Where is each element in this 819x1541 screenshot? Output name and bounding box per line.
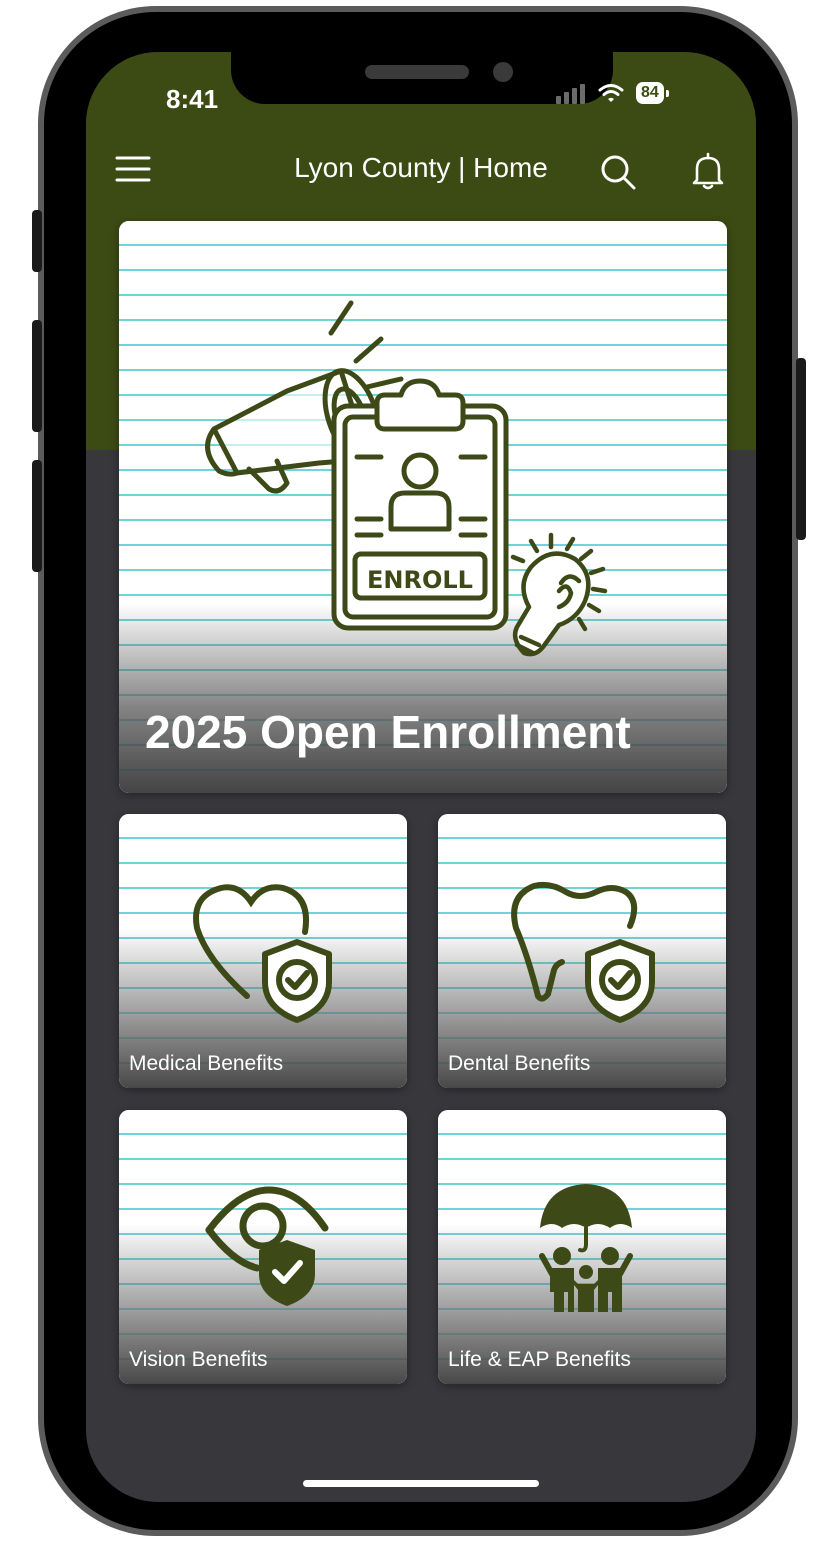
volume-down-button — [32, 460, 42, 572]
battery-indicator: 84 — [636, 82, 669, 104]
tile-label: Life & EAP Benefits — [448, 1348, 631, 1371]
vision-benefits-tile[interactable]: Vision Benefits — [119, 1110, 407, 1384]
medical-benefits-tile[interactable]: Medical Benefits — [119, 814, 407, 1088]
family-umbrella-icon — [539, 1184, 633, 1312]
search-icon — [601, 155, 636, 190]
search-button[interactable] — [596, 150, 640, 194]
enroll-badge-text: ENROLL — [367, 566, 473, 594]
mute-switch — [32, 210, 42, 272]
volume-up-button — [32, 320, 42, 432]
tile-label: Dental Benefits — [448, 1052, 591, 1075]
front-camera — [493, 62, 513, 82]
wifi-icon — [598, 84, 624, 102]
tile-label: Medical Benefits — [129, 1052, 284, 1075]
lightbulb-icon — [510, 532, 608, 657]
eye-shield-icon — [205, 1186, 329, 1306]
power-button — [796, 358, 806, 540]
page-title: Lyon County | Home — [294, 152, 548, 183]
hero-title: 2025 Open Enrollment — [145, 706, 631, 758]
notifications-button[interactable] — [686, 150, 730, 194]
speaker — [365, 65, 469, 79]
app-screen: 8:41 84 Lyon County | Home ENROLL 2025 O… — [86, 52, 756, 1502]
signal-icon — [556, 84, 585, 104]
dental-benefits-tile[interactable]: Dental Benefits — [438, 814, 726, 1088]
bell-icon — [692, 152, 724, 190]
status-indicators: 84 — [554, 82, 669, 104]
life-eap-benefits-tile[interactable]: Life & EAP Benefits — [438, 1110, 726, 1384]
tooth-shield-icon — [511, 881, 655, 1023]
tile-label: Vision Benefits — [129, 1348, 268, 1371]
home-indicator[interactable] — [303, 1480, 539, 1487]
status-time: 8:41 — [166, 84, 219, 114]
heart-shield-icon — [193, 884, 332, 1023]
open-enrollment-card[interactable]: ENROLL 2025 Open Enrollment — [119, 221, 727, 793]
enrollment-illustration: ENROLL — [205, 300, 608, 657]
